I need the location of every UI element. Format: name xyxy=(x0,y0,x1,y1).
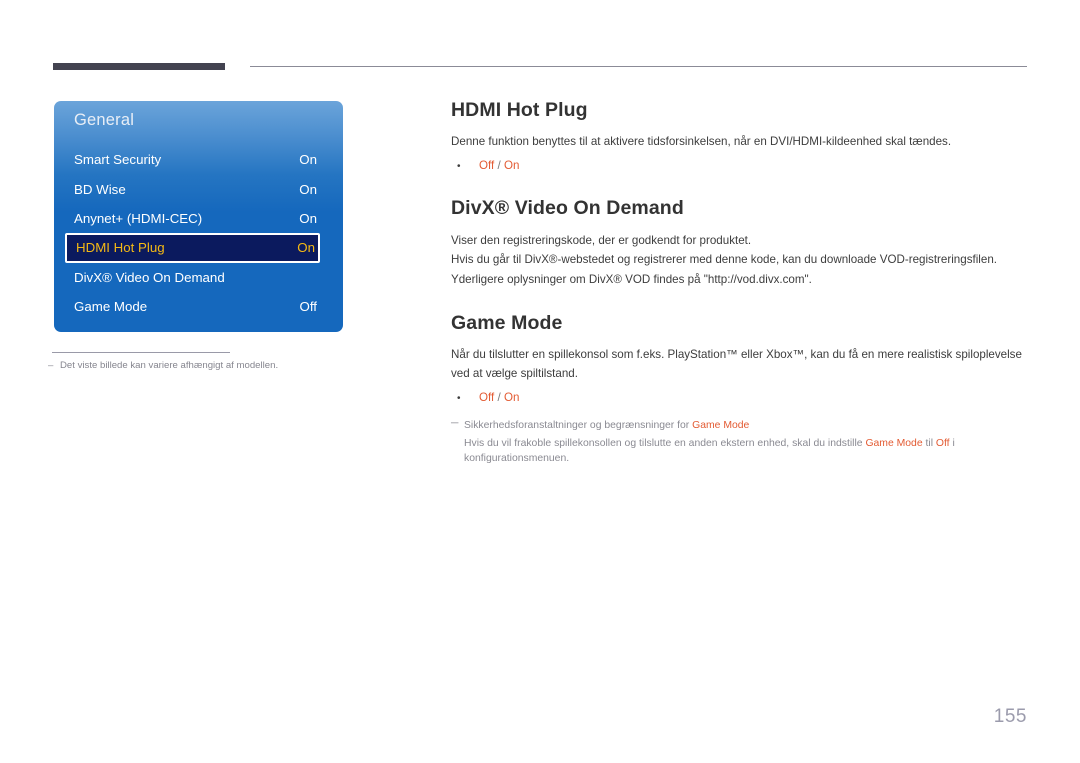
caution-body-pre: Hvis du vil frakoble spillekonsollen og … xyxy=(464,437,866,449)
option-on: On xyxy=(503,390,520,404)
osd-menu-panel: General Smart Security On BD Wise On Any… xyxy=(54,101,343,332)
content-column: HDMI Hot Plug Denne funktion benyttes ti… xyxy=(451,99,1029,467)
caution-title-highlight: Game Mode xyxy=(692,419,750,431)
section-paragraph: Yderligere oplysninger om DivX® VOD find… xyxy=(451,273,812,287)
osd-menu-item-anynet-hdmi-cec[interactable]: Anynet+ (HDMI-CEC) On xyxy=(54,204,343,233)
header-rule-thick xyxy=(53,63,225,70)
header-rule-thin xyxy=(250,66,1027,67)
bullet-dot-icon: • xyxy=(457,392,461,404)
section-paragraph: Viser den registreringskode, der er godk… xyxy=(451,233,752,247)
osd-menu-item-divx-video-on-demand[interactable]: DivX® Video On Demand xyxy=(54,263,343,292)
osd-menu-item-game-mode[interactable]: Game Mode Off xyxy=(54,292,343,321)
osd-item-value: On xyxy=(299,181,317,197)
osd-item-value: On xyxy=(299,152,317,168)
osd-menu-item-hdmi-hot-plug[interactable]: HDMI Hot Plug On xyxy=(65,233,320,263)
section-divx-video-on-demand: DivX® Video On Demand Viser den registre… xyxy=(451,197,1029,290)
page-number: 155 xyxy=(993,706,1027,727)
osd-menu-list: Smart Security On BD Wise On Anynet+ (HD… xyxy=(54,145,343,321)
option-on: On xyxy=(503,159,520,173)
page-header-rule xyxy=(53,63,1027,75)
option-values: Off / On xyxy=(479,389,519,407)
footnote-text: Det viste billede kan variere afhængigt … xyxy=(60,360,279,371)
osd-item-value: Off xyxy=(299,299,318,315)
caution-title: Sikkerhedsforanstaltninger og begrænsnin… xyxy=(464,418,749,434)
section-heading: HDMI Hot Plug xyxy=(451,99,588,121)
option-values: Off / On xyxy=(479,157,519,175)
option-separator: / xyxy=(494,390,504,404)
osd-item-label: Smart Security xyxy=(74,152,162,168)
caution-dash-icon: ─ xyxy=(451,417,459,429)
section-heading: DivX® Video On Demand xyxy=(451,197,684,220)
osd-panel-title: General xyxy=(74,111,135,129)
osd-item-label: BD Wise xyxy=(74,181,126,197)
section-hdmi-hot-plug: HDMI Hot Plug Denne funktion benyttes ti… xyxy=(451,99,1029,175)
osd-item-label: DivX® Video On Demand xyxy=(74,269,225,285)
osd-item-label: Anynet+ (HDMI-CEC) xyxy=(74,210,203,226)
option-off: Off xyxy=(479,159,495,173)
osd-item-label: Game Mode xyxy=(74,299,148,315)
section-paragraph: Når du tilslutter en spillekonsol som f.… xyxy=(451,348,1022,381)
bullet-dot-icon: • xyxy=(457,161,461,173)
osd-item-value: On xyxy=(297,240,315,256)
caution-title-text: Sikkerhedsforanstaltninger og begrænsnin… xyxy=(464,419,693,431)
section-paragraph: Hvis du går til DivX®-webstedet og regis… xyxy=(451,253,997,267)
footnote-dash: – xyxy=(48,360,54,371)
option-separator: / xyxy=(494,159,504,173)
osd-menu-item-bd-wise[interactable]: BD Wise On xyxy=(54,174,343,203)
caution-title-row: ─ Sikkerhedsforanstaltninger og begrænsn… xyxy=(451,418,1029,434)
osd-item-label: HDMI Hot Plug xyxy=(76,240,165,256)
osd-item-value: On xyxy=(299,210,317,226)
option-bullet-row: • Off / On xyxy=(451,389,1029,407)
footnote-row: – Det viste billede kan variere afhængig… xyxy=(48,360,378,373)
osd-menu-item-smart-security[interactable]: Smart Security On xyxy=(54,145,343,174)
option-off: Off xyxy=(479,390,495,404)
caution-body: Hvis du vil frakoble spillekonsollen og … xyxy=(464,436,1012,468)
caution-note: ─ Sikkerhedsforanstaltninger og begrænsn… xyxy=(451,418,1029,467)
section-heading: Game Mode xyxy=(451,311,563,334)
section-game-mode: Game Mode Når du tilslutter en spillekon… xyxy=(451,312,1029,467)
option-bullet-row: • Off / On xyxy=(451,157,1029,175)
caution-body-mid: til xyxy=(922,437,936,449)
caution-body-highlight-1: Game Mode xyxy=(865,437,923,449)
footnote-divider xyxy=(52,352,230,353)
section-paragraph: Denne funktion benyttes til at aktivere … xyxy=(451,135,952,149)
caution-body-highlight-2: Off xyxy=(935,437,950,449)
panel-footnote: – Det viste billede kan variere afhængig… xyxy=(48,352,378,373)
